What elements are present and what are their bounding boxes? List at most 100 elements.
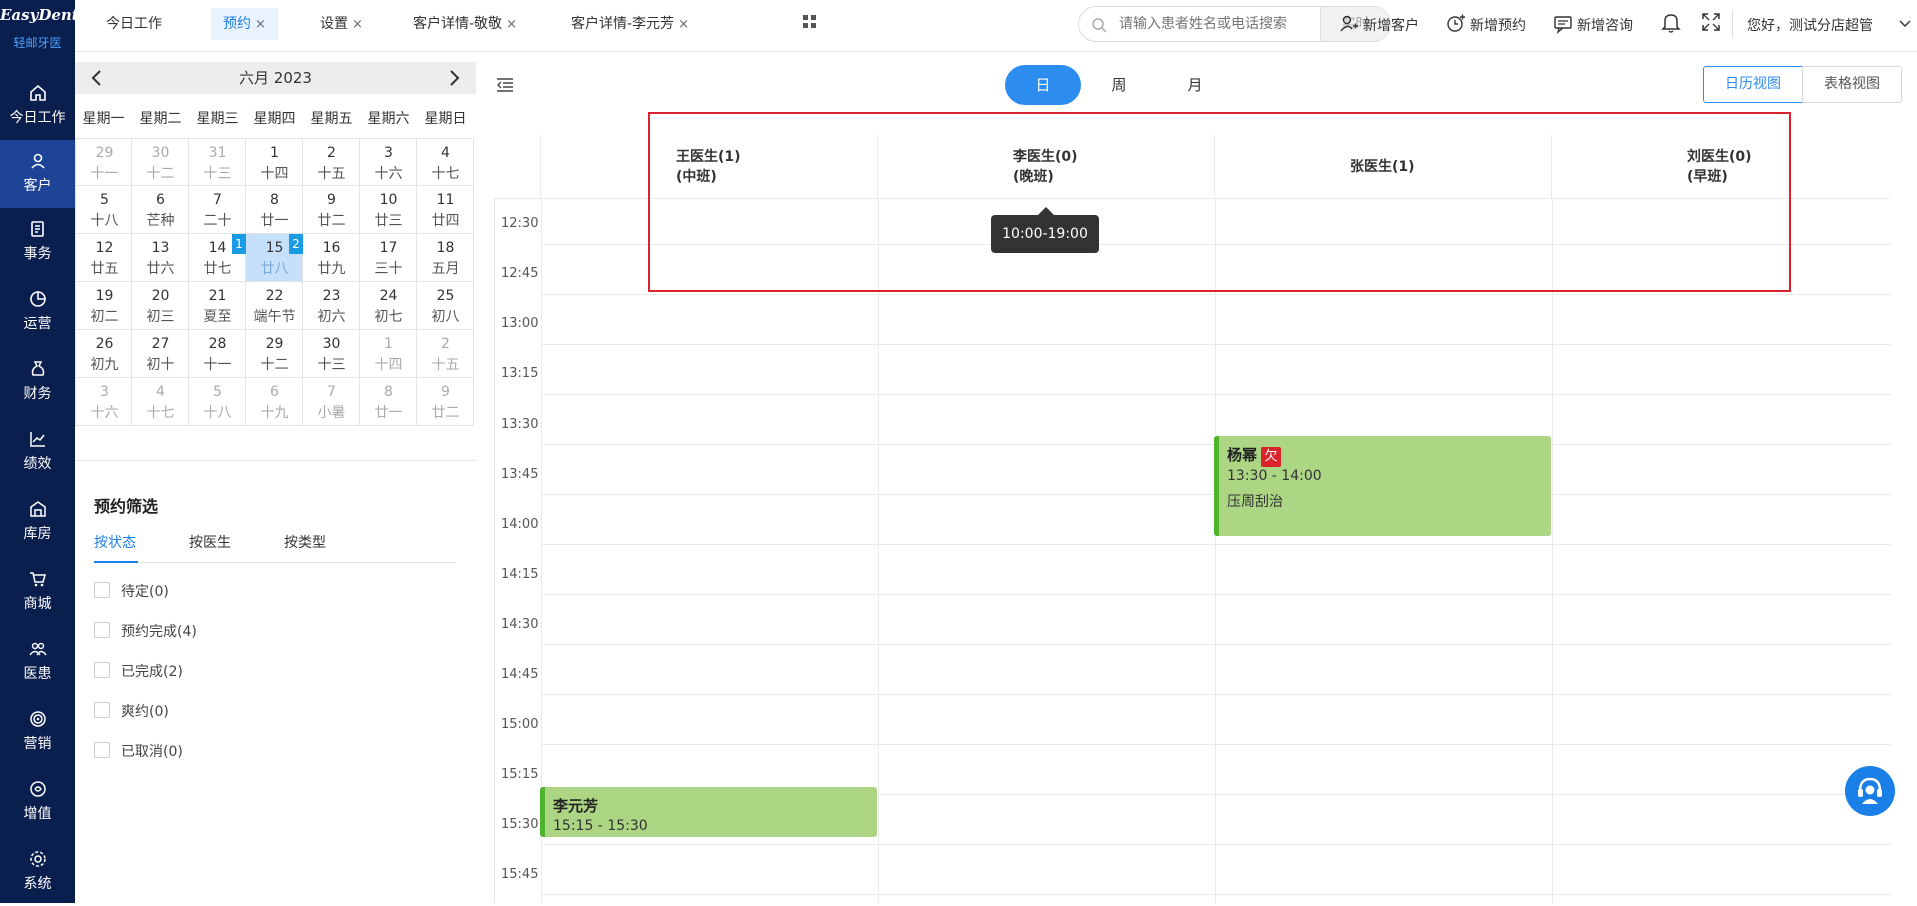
chevron-right-icon[interactable]	[444, 68, 464, 88]
customer-service-button[interactable]	[1845, 766, 1895, 816]
calendar-view-button[interactable]: 日历视图	[1703, 66, 1803, 103]
calendar-day-cell[interactable]: 1 十四	[360, 330, 417, 378]
calendar-day-cell[interactable]: 19 初二	[75, 282, 132, 330]
close-icon[interactable]: ×	[506, 17, 517, 32]
appointment-card[interactable]: 李元芳 15:15 - 15:30	[540, 787, 877, 837]
close-icon[interactable]: ×	[255, 17, 266, 32]
calendar-day-cell[interactable]: 6 芒种	[132, 186, 189, 234]
day-number: 28	[208, 336, 227, 352]
calendar-day-cell[interactable]: 6 十九	[246, 378, 303, 426]
sidebar-item-value-added[interactable]: 增值	[0, 768, 75, 836]
sidebar-item-finance[interactable]: 财务	[0, 348, 75, 416]
segment-month[interactable]: 月	[1157, 65, 1233, 105]
tab-appointment[interactable]: 预约 ×	[211, 8, 278, 40]
calendar-day-cell[interactable]: 30 十三	[303, 330, 360, 378]
new-customer-button[interactable]: 新增客户	[1339, 10, 1439, 38]
checkbox-booked[interactable]	[94, 622, 110, 638]
user-menu[interactable]: 您好，测试分店超管	[1747, 10, 1915, 38]
grid-menu-icon[interactable]	[802, 14, 818, 30]
checkbox-no-show[interactable]	[94, 702, 110, 718]
search-input[interactable]	[1117, 14, 1317, 34]
calendar-day-cell[interactable]: 12 廿五	[75, 234, 132, 282]
divider	[94, 562, 456, 563]
sidebar-item-performance[interactable]: 绩效	[0, 418, 75, 486]
calendar-day-cell[interactable]: 17 三十	[360, 234, 417, 282]
calendar-day-cell[interactable]: 31 十三	[189, 138, 246, 186]
calendar-day-cell[interactable]: 22 端午节	[246, 282, 303, 330]
calendar-day-cell[interactable]: 1 十四	[246, 138, 303, 186]
checkbox-cancelled[interactable]	[94, 742, 110, 758]
calendar-day-cell[interactable]: 20 初三	[132, 282, 189, 330]
line-chart-icon	[30, 432, 45, 447]
calendar-day-cell[interactable]: 5 十八	[189, 378, 246, 426]
calendar-day-cell[interactable]: 25 初八	[417, 282, 474, 330]
calendar-day-cell[interactable]: 7 小暑	[303, 378, 360, 426]
bell-icon[interactable]	[1661, 12, 1681, 34]
fullscreen-icon[interactable]	[1702, 13, 1720, 31]
close-icon[interactable]: ×	[678, 17, 689, 32]
checkbox-completed[interactable]	[94, 662, 110, 678]
sidebar-item-today[interactable]: 今日工作	[0, 72, 75, 140]
checkbox-pending[interactable]	[94, 582, 110, 598]
filter-tab-status[interactable]: 按状态	[94, 532, 136, 552]
calendar-day-cell[interactable]: 8 廿一	[246, 186, 303, 234]
day-number: 31	[208, 145, 227, 161]
lunar-date: 五月	[431, 261, 460, 277]
calendar-day-cell[interactable]: 16 廿九	[303, 234, 360, 282]
appointment-card[interactable]: 杨幂欠 13:30 - 14:00 压周刮治	[1214, 436, 1551, 536]
calendar-day-cell[interactable]: 5 十八	[75, 186, 132, 234]
calendar-day-cell[interactable]: 7 二十	[189, 186, 246, 234]
day-number: 11	[436, 192, 455, 208]
sidebar-item-patients[interactable]: 医患	[0, 628, 75, 696]
calendar-day-cell[interactable]: 27 初十	[132, 330, 189, 378]
calendar-day-cell[interactable]: 3 十六	[360, 138, 417, 186]
close-icon[interactable]: ×	[352, 17, 363, 32]
sidebar-item-warehouse[interactable]: 库房	[0, 488, 75, 556]
pie-icon	[30, 291, 46, 307]
filter-tab-doctor[interactable]: 按医生	[189, 532, 231, 552]
tab-customer-jingjing[interactable]: 客户详情-敬敬 ×	[401, 8, 529, 40]
tab-customer-liyuanfang[interactable]: 客户详情-李元芳 ×	[559, 8, 701, 40]
tab-label: 客户详情-李元芳	[571, 16, 675, 32]
calendar-day-cell[interactable]: 3 十六	[75, 378, 132, 426]
calendar-day-cell[interactable]: 4 十七	[132, 378, 189, 426]
collapse-menu-icon[interactable]	[496, 77, 514, 93]
calendar-day-cell[interactable]: 10 廿三	[360, 186, 417, 234]
calendar-day-cell[interactable]: 8 廿一	[360, 378, 417, 426]
calendar-day-cell[interactable]: 21 夏至	[189, 282, 246, 330]
segment-week[interactable]: 周	[1081, 65, 1157, 105]
tab-settings[interactable]: 设置 ×	[308, 8, 375, 40]
brand-logo[interactable]: EasyDent 轻邮牙医	[0, 0, 79, 56]
lunar-date: 端午节	[253, 309, 296, 325]
calendar-day-cell[interactable]: 4 十七	[417, 138, 474, 186]
sidebar-item-marketing[interactable]: 营销	[0, 698, 75, 766]
calendar-day-cell[interactable]: 26 初九	[75, 330, 132, 378]
calendar-day-cell[interactable]: 28 十一	[189, 330, 246, 378]
calendar-day-cell[interactable]: 9 廿二	[417, 378, 474, 426]
sidebar-item-operations[interactable]: 运营	[0, 278, 75, 346]
segment-day[interactable]: 日	[1005, 65, 1081, 105]
new-appointment-button[interactable]: 新增预约	[1446, 10, 1546, 38]
calendar-day-cell[interactable]: 29 十一	[75, 138, 132, 186]
calendar-day-cell[interactable]: 18 五月	[417, 234, 474, 282]
day-number: 30	[151, 145, 170, 161]
sidebar-item-mall[interactable]: 商城	[0, 558, 75, 626]
calendar-day-cell[interactable]: 23 初六	[303, 282, 360, 330]
sidebar-item-affairs[interactable]: 事务	[0, 208, 75, 276]
tab-today[interactable]: 今日工作	[94, 8, 174, 40]
checkbox-label: 已完成(2)	[121, 664, 183, 680]
filter-tab-type[interactable]: 按类型	[284, 532, 326, 552]
new-consult-button[interactable]: 新增咨询	[1553, 10, 1653, 38]
calendar-day-cell[interactable]: 24 初七	[360, 282, 417, 330]
calendar-day-cell[interactable]: 9 廿二	[303, 186, 360, 234]
checkbox-label: 爽约(0)	[121, 704, 169, 720]
calendar-day-cell[interactable]: 2 十五	[417, 330, 474, 378]
table-view-button[interactable]: 表格视图	[1802, 66, 1902, 103]
calendar-day-cell[interactable]: 11 廿四	[417, 186, 474, 234]
calendar-day-cell[interactable]: 30 十二	[132, 138, 189, 186]
calendar-day-cell[interactable]: 29 十二	[246, 330, 303, 378]
calendar-day-cell[interactable]: 13 廿六	[132, 234, 189, 282]
sidebar-item-customer[interactable]: 客户	[0, 140, 75, 208]
sidebar-item-system[interactable]: 系统	[0, 838, 75, 906]
calendar-day-cell[interactable]: 2 十五	[303, 138, 360, 186]
